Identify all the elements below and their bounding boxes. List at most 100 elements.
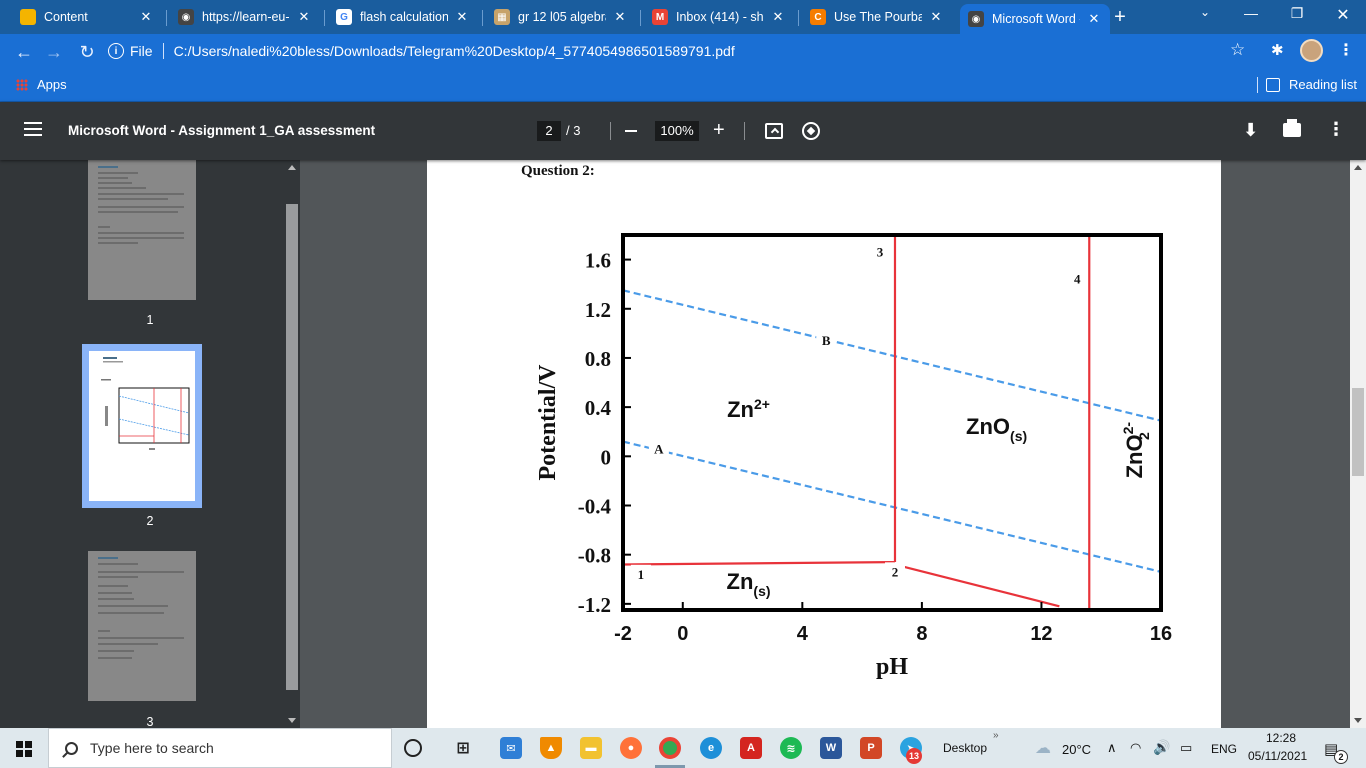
spotify-icon[interactable]: ≋ (780, 737, 802, 759)
weather-icon[interactable]: ☁ (1032, 737, 1054, 759)
scroll-down-arrow-icon[interactable] (288, 718, 296, 723)
windows-start-icon[interactable] (16, 741, 32, 757)
powerpoint-icon[interactable]: P (860, 737, 882, 759)
tab-close-icon[interactable]: ✕ (296, 9, 312, 25)
tab-close-icon[interactable]: ✕ (928, 9, 944, 25)
region-label: Zn2+ (727, 396, 770, 422)
word-icon[interactable]: W (820, 737, 842, 759)
toolbar-separator (610, 122, 611, 140)
tab-separator (324, 10, 325, 26)
forward-button[interactable]: → (44, 42, 64, 63)
tab-close-icon[interactable]: ✕ (770, 9, 786, 25)
sidebar-scroll-thumb[interactable] (286, 204, 298, 690)
tray-chevron-up-icon[interactable]: ∧ (1107, 740, 1117, 756)
tab-title: Content (44, 10, 88, 24)
y-tick-label: -1.2 (578, 593, 611, 617)
profile-avatar[interactable] (1300, 39, 1323, 62)
scroll-up-arrow-icon[interactable] (1354, 165, 1362, 170)
mail-icon[interactable]: ✉ (500, 737, 522, 759)
desktop-toolbar-label[interactable]: Desktop (943, 741, 987, 755)
tab-close-icon[interactable]: ✕ (612, 9, 628, 25)
tab-close-icon[interactable]: ✕ (454, 9, 470, 25)
tab-2[interactable]: ◉ https://learn-eu-c ✕ (170, 4, 320, 30)
page-number-input[interactable]: 2 (537, 121, 561, 141)
bookmark-star-icon[interactable]: ☆ (1230, 40, 1245, 60)
pourbaix-chart: -2 0 4 8 12 161.61.20.80.40-0.4-0.8-1.2pHPote… (535, 233, 1172, 680)
tab-5[interactable]: M Inbox (414) - sha ✕ (644, 4, 794, 30)
temperature[interactable]: 20°C (1062, 742, 1091, 757)
keyboard-icon[interactable]: ▭ (1180, 740, 1192, 756)
restore-button[interactable]: ❐ (1282, 5, 1312, 22)
scroll-up-arrow-icon[interactable] (288, 165, 296, 170)
zoom-out-button[interactable] (625, 130, 637, 132)
tab-search-chevron-icon[interactable]: ⌄ (1190, 5, 1220, 19)
tab-4[interactable]: ▦ gr 12 l05 algebra ✕ (486, 4, 636, 30)
clock-time[interactable]: 12:28 (1266, 731, 1296, 745)
thumbnail-label: 1 (146, 313, 154, 327)
tab-separator (798, 10, 799, 26)
main-scroll-thumb[interactable] (1352, 388, 1364, 476)
firefox-icon[interactable]: ● (620, 737, 642, 759)
thumbnail-page-2[interactable] (89, 351, 195, 501)
url-separator (162, 43, 164, 59)
apps-bookmark[interactable]: Apps (16, 77, 67, 92)
chart-line-2 (623, 440, 1161, 573)
notification-count: 2 (1334, 750, 1348, 764)
tab-favicon-icon: ◉ (178, 9, 194, 25)
close-window-button[interactable]: ✕ (1328, 5, 1358, 25)
vlc-icon[interactable]: ▲ (540, 737, 562, 759)
acrobat-icon[interactable]: A (740, 737, 762, 759)
thumbnail-page-3[interactable] (88, 551, 196, 701)
minimize-button[interactable]: — (1236, 5, 1266, 21)
scroll-down-arrow-icon[interactable] (1354, 718, 1362, 723)
x-tick-label: 0 (677, 623, 688, 645)
tab-7[interactable]: ◉ Microsoft Word - ✕ (960, 4, 1110, 34)
back-button[interactable]: ← (14, 42, 34, 63)
address-bar[interactable]: i File C:/Users/naledi%20bless/Downloads… (108, 37, 1258, 65)
y-tick-label: 0.4 (585, 396, 612, 420)
tab-1[interactable]: Content ✕ (12, 4, 162, 30)
edge-icon[interactable]: e (700, 737, 722, 759)
tab-6[interactable]: C Use The Pourbaix ✕ (802, 4, 952, 30)
apps-grid-icon (16, 78, 28, 91)
thumbnail-label: 3 (146, 715, 154, 729)
zoom-in-button[interactable]: + (713, 119, 725, 142)
taskbar-search[interactable]: Type here to search (48, 728, 392, 768)
url-text[interactable]: C:/Users/naledi%20bless/Downloads/Telegr… (174, 43, 735, 59)
tab-close-icon[interactable]: ✕ (1086, 11, 1102, 27)
cortana-icon[interactable] (404, 739, 422, 757)
thumbnail-page-1[interactable] (88, 160, 196, 300)
browser-menu-icon[interactable]: ⋮ (1338, 40, 1354, 60)
language-indicator[interactable]: ENG (1211, 742, 1237, 756)
zoom-input[interactable]: 100% (655, 121, 699, 141)
file-explorer-icon[interactable]: ▬ (580, 737, 602, 759)
new-tab-button[interactable]: + (1109, 6, 1131, 29)
sidebar-toggle-menu-icon[interactable] (24, 122, 42, 138)
rotate-icon[interactable] (802, 122, 820, 140)
thumbnail-label: 2 (146, 514, 154, 528)
chrome-icon[interactable] (659, 737, 681, 759)
tab-3[interactable]: Gflash calculations ✕ (328, 4, 478, 30)
y-axis-label: Potential/V (535, 364, 561, 481)
task-view-icon[interactable]: ⊞ (452, 737, 474, 759)
info-icon[interactable]: i (108, 43, 124, 59)
sidebar-scrollbar[interactable] (284, 160, 300, 728)
pdf-more-menu-icon[interactable]: ⋮ (1327, 119, 1345, 140)
toolbar-overflow-icon[interactable]: » (993, 730, 999, 741)
download-icon[interactable]: ⬇ (1243, 120, 1258, 141)
search-placeholder: Type here to search (90, 740, 214, 756)
clock-date[interactable]: 05/11/2021 (1248, 749, 1307, 763)
print-icon[interactable] (1283, 119, 1301, 137)
fit-page-icon[interactable] (765, 123, 783, 139)
x-axis-label: pH (876, 654, 908, 680)
reading-list-button[interactable]: Reading list (1257, 77, 1357, 93)
main-scrollbar[interactable] (1350, 160, 1366, 728)
reload-button[interactable]: ↻ (77, 42, 97, 63)
tab-title: Use The Pourbaix (834, 10, 922, 24)
line-label: 3 (877, 245, 884, 260)
wifi-icon[interactable]: ◠ (1130, 740, 1141, 756)
volume-icon[interactable]: 🔊 (1153, 739, 1170, 756)
tab-close-icon[interactable]: ✕ (138, 9, 154, 25)
extensions-puzzle-icon[interactable]: ✱ (1271, 41, 1284, 59)
line-label: 2 (892, 564, 899, 579)
